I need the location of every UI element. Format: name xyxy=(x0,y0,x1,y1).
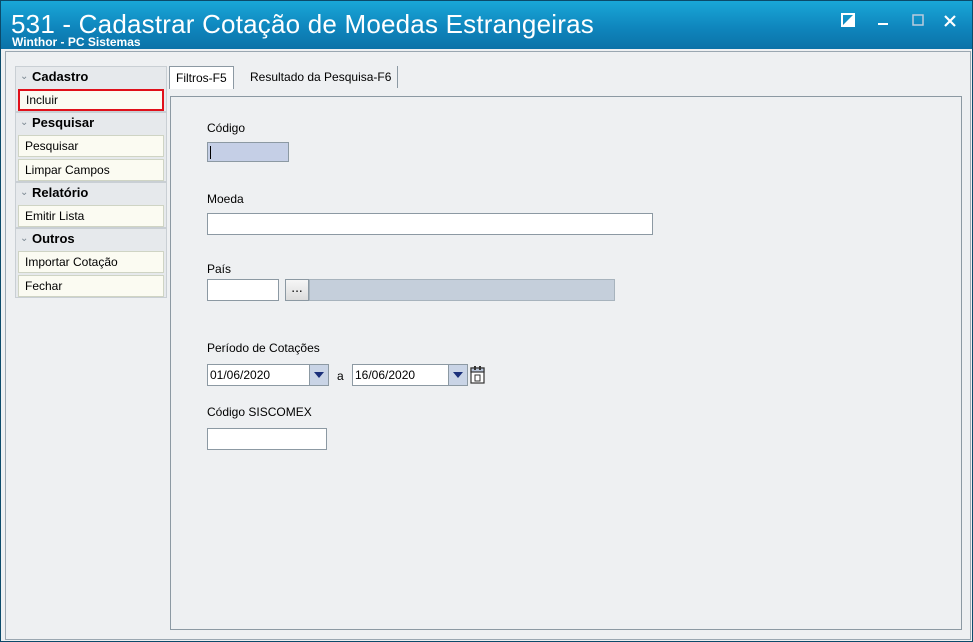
periodo-label: Período de Cotações xyxy=(207,341,320,355)
sidebar-item-importar-cotacao[interactable]: Importar Cotação xyxy=(18,251,164,273)
sidebar-item-incluir[interactable]: Incluir xyxy=(18,89,164,111)
app-window: 531 - Cadastrar Cotação de Moedas Estran… xyxy=(0,0,973,642)
pais-lookup-button[interactable]: ... xyxy=(285,279,309,301)
client-area: ⌄ Cadastro Incluir ⌄ Pesquisar Pesquisar… xyxy=(5,51,971,640)
periodo-end-date[interactable]: 16/06/2020 xyxy=(352,364,468,386)
chevron-down-icon[interactable] xyxy=(448,365,467,385)
sidebar-item-fechar[interactable]: Fechar xyxy=(18,275,164,297)
calendar-icon[interactable] xyxy=(469,365,487,385)
sidebar-item-limpar-campos[interactable]: Limpar Campos xyxy=(18,159,164,181)
group-header-outros[interactable]: ⌄ Outros xyxy=(16,229,166,249)
group-title: Pesquisar xyxy=(32,115,95,130)
tab-resultado-pesquisa[interactable]: Resultado da Pesquisa-F6 xyxy=(244,66,399,88)
chevron-up-icon: ⌄ xyxy=(20,187,29,198)
pais-input[interactable] xyxy=(207,279,279,301)
pais-label: País xyxy=(207,262,232,276)
group-title: Relatório xyxy=(32,185,89,200)
text-cursor xyxy=(210,146,211,159)
chevron-up-icon: ⌄ xyxy=(20,233,29,244)
close-icon[interactable] xyxy=(939,13,961,33)
chevron-up-icon: ⌄ xyxy=(20,71,29,82)
codigo-label: Código xyxy=(207,121,246,135)
restore-icon[interactable] xyxy=(837,13,859,33)
window-subtitle: Winthor - PC Sistemas xyxy=(12,35,141,49)
group-header-relatorio[interactable]: ⌄ Relatório xyxy=(16,183,166,203)
siscomex-input[interactable] xyxy=(207,428,327,450)
group-pesquisar: ⌄ Pesquisar Pesquisar Limpar Campos xyxy=(15,112,167,182)
tab-filtros[interactable]: Filtros-F5 xyxy=(169,66,234,89)
moeda-input[interactable] xyxy=(207,213,653,235)
title-bar: 531 - Cadastrar Cotação de Moedas Estran… xyxy=(1,1,972,49)
codigo-input[interactable] xyxy=(207,142,289,162)
group-title: Cadastro xyxy=(32,69,89,84)
periodo-end-value: 16/06/2020 xyxy=(355,368,416,382)
moeda-label: Moeda xyxy=(207,192,244,206)
siscomex-label: Código SISCOMEX xyxy=(207,405,312,419)
group-cadastro: ⌄ Cadastro Incluir xyxy=(15,66,167,112)
periodo-separator: a xyxy=(337,369,344,383)
sidebar-item-emitir-lista[interactable]: Emitir Lista xyxy=(18,205,164,227)
chevron-down-icon[interactable] xyxy=(309,365,328,385)
maximize-icon[interactable] xyxy=(907,13,929,33)
group-outros: ⌄ Outros Importar Cotação Fechar xyxy=(15,228,167,298)
group-header-pesquisar[interactable]: ⌄ Pesquisar xyxy=(16,113,166,133)
group-title: Outros xyxy=(32,231,75,246)
pais-description xyxy=(309,279,615,301)
group-relatorio: ⌄ Relatório Emitir Lista xyxy=(15,182,167,228)
periodo-start-value: 01/06/2020 xyxy=(210,368,271,382)
periodo-start-date[interactable]: 01/06/2020 xyxy=(207,364,329,386)
sidebar-item-pesquisar[interactable]: Pesquisar xyxy=(18,135,164,157)
filters-panel: Código Moeda País ... Período de Cotaçõe… xyxy=(170,96,962,630)
group-header-cadastro[interactable]: ⌄ Cadastro xyxy=(16,67,166,87)
minimize-icon[interactable] xyxy=(872,13,894,33)
chevron-up-icon: ⌄ xyxy=(20,117,29,128)
